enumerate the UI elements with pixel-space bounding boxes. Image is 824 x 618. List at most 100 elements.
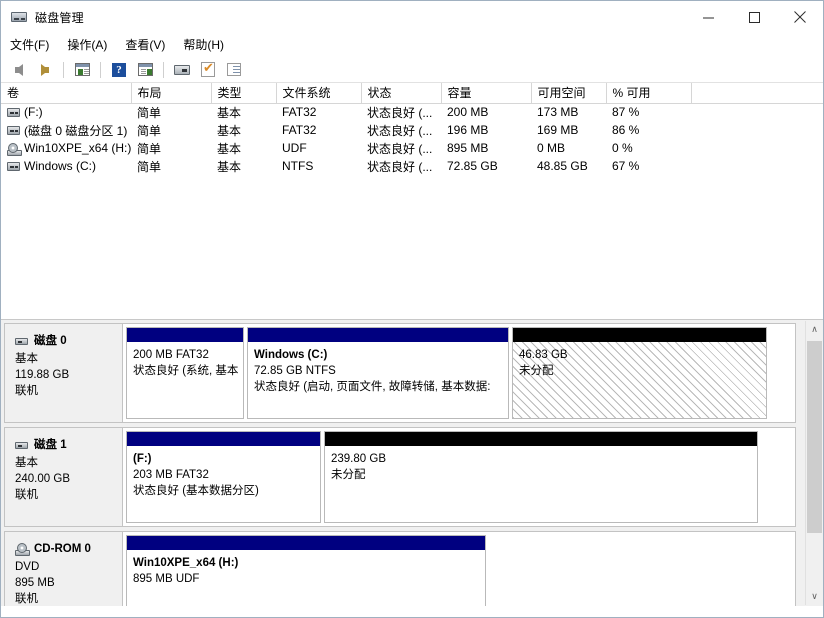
forward-icon[interactable] — [33, 59, 57, 81]
disk-type: 基本 — [15, 457, 38, 469]
column-header-free-space[interactable]: 可用空间 — [531, 83, 607, 104]
disk-type: 基本 — [15, 353, 38, 365]
partition-0-0[interactable]: 200 MB FAT32 状态良好 (系统, 基本 — [126, 327, 244, 419]
partition-bar — [127, 432, 320, 446]
scroll-down-button[interactable]: ∨ — [806, 588, 823, 605]
partition-bar — [248, 328, 508, 342]
table-row[interactable]: (磁盘 0 磁盘分区 1) 简单 基本 FAT32 状态良好 (... 196 … — [1, 121, 823, 139]
menu-file[interactable]: 文件(F) — [10, 34, 58, 56]
menu-action[interactable]: 操作(A) — [67, 34, 116, 56]
disk-info-cdrom-0[interactable]: CD-ROM 0 DVD 895 MB 联机 — [5, 532, 123, 606]
cell-free-space: 0 MB — [537, 141, 566, 155]
partition-line2: 未分配 — [519, 365, 554, 377]
disk-size: 119.88 GB — [15, 369, 70, 381]
table-row[interactable]: Win10XPE_x64 (H:) 简单 基本 UDF 状态良好 (... 89… — [1, 139, 823, 157]
partition-0-1[interactable]: Windows (C:) 72.85 GB NTFS 状态良好 (启动, 页面文… — [247, 327, 509, 419]
partition-1-1-unallocated[interactable]: 239.80 GB 未分配 — [324, 431, 758, 523]
column-header-spare[interactable] — [691, 83, 823, 104]
column-header-percent-free[interactable]: % 可用 — [606, 83, 692, 104]
minimize-button[interactable] — [685, 1, 731, 33]
disk-size: 240.00 GB — [15, 473, 70, 485]
cell-capacity: 200 MB — [447, 105, 489, 120]
disk-partitions-1: (F:) 203 MB FAT32 状态良好 (基本数据分区) 239.80 G… — [123, 428, 795, 526]
column-header-type[interactable]: 类型 — [211, 83, 277, 104]
volume-icon — [7, 107, 20, 117]
partition-1-0[interactable]: (F:) 203 MB FAT32 状态良好 (基本数据分区) — [126, 431, 321, 523]
column-header-volume[interactable]: 卷 — [1, 83, 132, 104]
disk-state: 联机 — [15, 593, 38, 605]
menu-help[interactable]: 帮助(H) — [183, 34, 233, 56]
disk-name: 磁盘 1 — [34, 439, 67, 451]
cell-layout: 简单 — [137, 123, 162, 138]
properties-icon[interactable] — [196, 59, 220, 81]
title-bar: 磁盘管理 — [1, 1, 823, 33]
column-header-status[interactable]: 状态 — [361, 83, 442, 104]
disk-state: 联机 — [15, 385, 38, 397]
cell-status: 状态良好 (... — [367, 141, 433, 156]
cell-status: 状态良好 (... — [367, 123, 433, 138]
disk-row-1[interactable]: 磁盘 1 基本 240.00 GB 联机 (F:) 203 MB FAT32 状… — [4, 427, 796, 527]
partition-line1: 239.80 GB — [331, 453, 386, 465]
menu-view[interactable]: 查看(V) — [125, 34, 174, 56]
disk-row-0[interactable]: 磁盘 0 基本 119.88 GB 联机 200 MB FAT32 状态良好 (… — [4, 323, 796, 423]
column-header-capacity[interactable]: 容量 — [441, 83, 532, 104]
maximize-button[interactable] — [731, 1, 777, 33]
show-hide-console-tree-icon[interactable] — [70, 59, 94, 81]
cell-type: 基本 — [217, 159, 242, 174]
disk-icon — [15, 441, 28, 449]
partition-line1: 72.85 GB NTFS — [254, 365, 336, 377]
partition-line2: 状态良好 (基本数据分区) — [133, 485, 259, 497]
partition-line1: 200 MB FAT32 — [133, 349, 209, 361]
window-controls — [685, 1, 823, 33]
partition-line2: 未分配 — [331, 469, 366, 481]
disk-row-cdrom-0[interactable]: CD-ROM 0 DVD 895 MB 联机 Win10XPE_x64 (H:)… — [4, 531, 796, 606]
disk-icon — [15, 337, 28, 345]
table-row[interactable]: Windows (C:) 简单 基本 NTFS 状态良好 (... 72.85 … — [1, 157, 823, 175]
disk-info-0[interactable]: 磁盘 0 基本 119.88 GB 联机 — [5, 324, 123, 422]
scrollbar-track[interactable] — [806, 338, 823, 588]
partition-title: Windows (C:) — [254, 349, 328, 361]
cell-free-space: 173 MB — [537, 105, 579, 120]
volume-list-panel[interactable]: 卷 布局 类型 文件系统 状态 容量 可用空间 % 可用 (F:) 简单 基本 … — [1, 83, 823, 320]
disk-info-1[interactable]: 磁盘 1 基本 240.00 GB 联机 — [5, 428, 123, 526]
partition-line2: 状态良好 (启动, 页面文件, 故障转储, 基本数据: — [254, 381, 491, 393]
cell-percent-free: 86 % — [612, 123, 640, 137]
cell-layout: 简单 — [137, 159, 162, 174]
disk-size: 895 MB — [15, 577, 55, 589]
disk-management-icon — [10, 8, 28, 26]
menu-bar: 文件(F) 操作(A) 查看(V) 帮助(H) — [1, 33, 823, 57]
volume-icon — [7, 161, 20, 171]
scroll-up-button[interactable]: ∧ — [806, 321, 823, 338]
vertical-scrollbar[interactable]: ∧ ∨ — [805, 321, 823, 605]
help-icon[interactable]: ? — [107, 59, 131, 81]
partition-bar — [127, 328, 243, 342]
cell-filesystem: FAT32 — [282, 105, 317, 120]
partition-title: Win10XPE_x64 (H:) — [133, 557, 239, 569]
close-button[interactable] — [777, 1, 823, 33]
cell-capacity: 895 MB — [447, 141, 489, 155]
show-action-pane-icon[interactable] — [133, 59, 157, 81]
list-view-icon[interactable] — [222, 59, 246, 81]
cell-free-space: 169 MB — [537, 123, 579, 137]
cell-percent-free: 87 % — [612, 105, 640, 120]
partition-bar — [127, 536, 485, 550]
back-icon[interactable] — [7, 59, 31, 81]
column-header-layout[interactable]: 布局 — [131, 83, 212, 104]
cell-percent-free: 0 % — [612, 141, 633, 155]
column-header-filesystem[interactable]: 文件系统 — [276, 83, 362, 104]
volume-table: 卷 布局 类型 文件系统 状态 容量 可用空间 % 可用 (F:) 简单 基本 … — [1, 83, 823, 175]
partition-cdrom-0-0[interactable]: Win10XPE_x64 (H:) 895 MB UDF — [126, 535, 486, 606]
toolbar-separator — [163, 61, 164, 78]
scrollbar-thumb[interactable] — [807, 341, 822, 533]
table-row[interactable]: (F:) 简单 基本 FAT32 状态良好 (... 200 MB 173 MB… — [1, 103, 823, 121]
cell-type: 基本 — [217, 141, 242, 156]
disk-state: 联机 — [15, 489, 38, 501]
partition-0-2-unallocated[interactable]: 46.83 GB 未分配 — [512, 327, 767, 419]
disk-name: 磁盘 0 — [34, 335, 67, 347]
cell-filesystem: NTFS — [282, 159, 314, 173]
disk-name: CD-ROM 0 — [34, 543, 91, 555]
cell-volume: (磁盘 0 磁盘分区 1) — [24, 123, 128, 138]
cell-filesystem: UDF — [282, 141, 307, 155]
rescan-disks-icon[interactable] — [170, 59, 194, 81]
volume-icon — [7, 125, 20, 135]
